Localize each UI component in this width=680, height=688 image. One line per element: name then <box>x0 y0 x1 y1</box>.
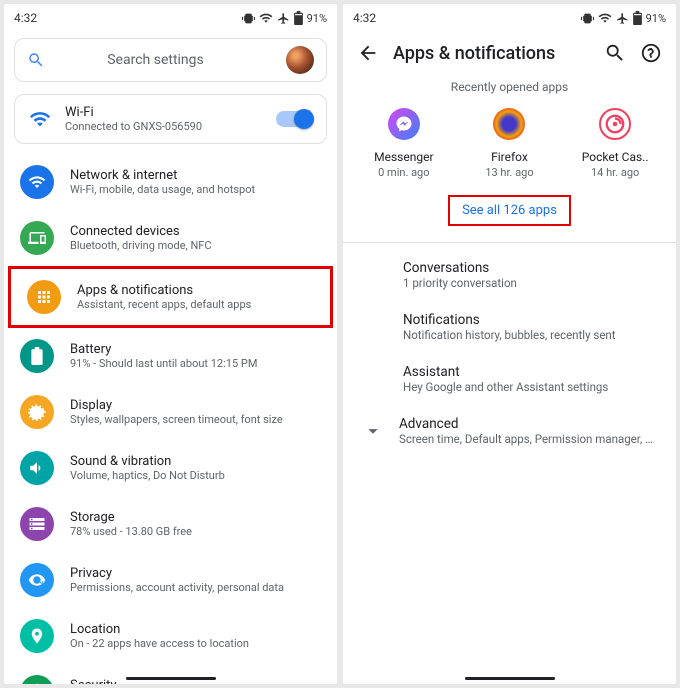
row-advanced[interactable]: AdvancedScreen time, Default apps, Permi… <box>343 405 676 457</box>
wifi-status-icon <box>259 11 273 25</box>
row-battery[interactable]: Battery91% - Should last until about 12:… <box>4 328 337 384</box>
wifi-icon <box>29 108 51 130</box>
location-icon <box>28 627 46 645</box>
battery-icon <box>633 11 642 25</box>
page-header: Apps & notifications <box>343 32 676 74</box>
row-conversations[interactable]: Conversations1 priority conversation <box>343 249 676 301</box>
display-icon <box>28 403 46 421</box>
status-bar: 4:32 91% <box>343 4 676 32</box>
row-privacy[interactable]: PrivacyPermissions, account activity, pe… <box>4 552 337 608</box>
battery-icon <box>294 11 303 25</box>
row-notifications[interactable]: NotificationsNotification history, bubbl… <box>343 301 676 353</box>
battery-percent: 91% <box>646 12 666 25</box>
recent-app-pocketcasts[interactable]: Pocket Cas.. 14 hr. ago <box>570 108 660 179</box>
chevron-down-icon <box>362 420 384 442</box>
clock: 4:32 <box>14 11 37 25</box>
wifi-quick-card[interactable]: Wi-Fi Connected to GNXS-056590 <box>14 94 327 144</box>
row-sound[interactable]: Sound & vibrationVolume, haptics, Do Not… <box>4 440 337 496</box>
highlight-apps-notifications: Apps & notificationsAssistant, recent ap… <box>8 266 333 328</box>
nav-handle[interactable] <box>126 677 216 680</box>
status-icons: 91% <box>242 11 327 25</box>
pocketcasts-icon <box>604 113 626 135</box>
airplane-icon <box>616 12 629 25</box>
help-icon[interactable] <box>640 42 662 64</box>
clock: 4:32 <box>353 11 376 25</box>
recent-app-messenger[interactable]: Messenger 0 min. ago <box>359 108 449 179</box>
storage-icon <box>28 515 46 533</box>
apps-icon <box>35 288 53 306</box>
page-title: Apps & notifications <box>393 43 590 64</box>
settings-sublist: Conversations1 priority conversation Not… <box>343 243 676 463</box>
wifi-icon <box>28 173 46 191</box>
battery-icon <box>31 347 43 365</box>
row-network[interactable]: Network & internetWi-Fi, mobile, data us… <box>4 154 337 210</box>
vibrate-icon <box>581 12 594 25</box>
vibrate-icon <box>242 12 255 25</box>
search-placeholder: Search settings <box>37 52 274 68</box>
settings-list: Network & internetWi-Fi, mobile, data us… <box>4 150 337 684</box>
see-all-apps-button[interactable]: See all 126 apps <box>448 195 571 226</box>
search-icon[interactable] <box>604 42 626 64</box>
devices-icon <box>28 229 46 247</box>
row-storage[interactable]: Storage78% used - 13.80 GB free <box>4 496 337 552</box>
wifi-toggle[interactable] <box>276 111 312 127</box>
apps-notifications-screen: 4:32 91% Apps & notifications Recently o… <box>343 4 676 684</box>
wifi-title: Wi-Fi <box>65 105 262 120</box>
settings-home-screen: 4:32 91% Search settings Wi-Fi Connected… <box>4 4 337 684</box>
messenger-icon <box>395 115 413 133</box>
back-icon[interactable] <box>357 42 379 64</box>
profile-avatar[interactable] <box>286 46 314 74</box>
row-display[interactable]: DisplayStyles, wallpapers, screen timeou… <box>4 384 337 440</box>
recent-apps: Messenger 0 min. ago Firefox 13 hr. ago … <box>343 104 676 183</box>
recently-opened-label: Recently opened apps <box>343 74 676 104</box>
privacy-icon <box>28 571 46 589</box>
row-security[interactable]: SecurityPlay Protect, screen lock, finge… <box>4 664 337 684</box>
battery-percent: 91% <box>307 12 327 25</box>
nav-handle[interactable] <box>465 677 555 680</box>
lock-icon <box>28 683 46 684</box>
wifi-status-icon <box>598 11 612 25</box>
search-settings[interactable]: Search settings <box>14 38 327 82</box>
wifi-sub: Connected to GNXS-056590 <box>65 120 262 133</box>
status-icons: 91% <box>581 11 666 25</box>
recent-app-firefox[interactable]: Firefox 13 hr. ago <box>464 108 554 179</box>
row-assistant[interactable]: AssistantHey Google and other Assistant … <box>343 353 676 405</box>
row-location[interactable]: LocationOn - 22 apps have access to loca… <box>4 608 337 664</box>
status-bar: 4:32 91% <box>4 4 337 32</box>
row-connected-devices[interactable]: Connected devicesBluetooth, driving mode… <box>4 210 337 266</box>
row-apps-notifications[interactable]: Apps & notificationsAssistant, recent ap… <box>11 269 330 325</box>
sound-icon <box>28 459 46 477</box>
airplane-icon <box>277 12 290 25</box>
